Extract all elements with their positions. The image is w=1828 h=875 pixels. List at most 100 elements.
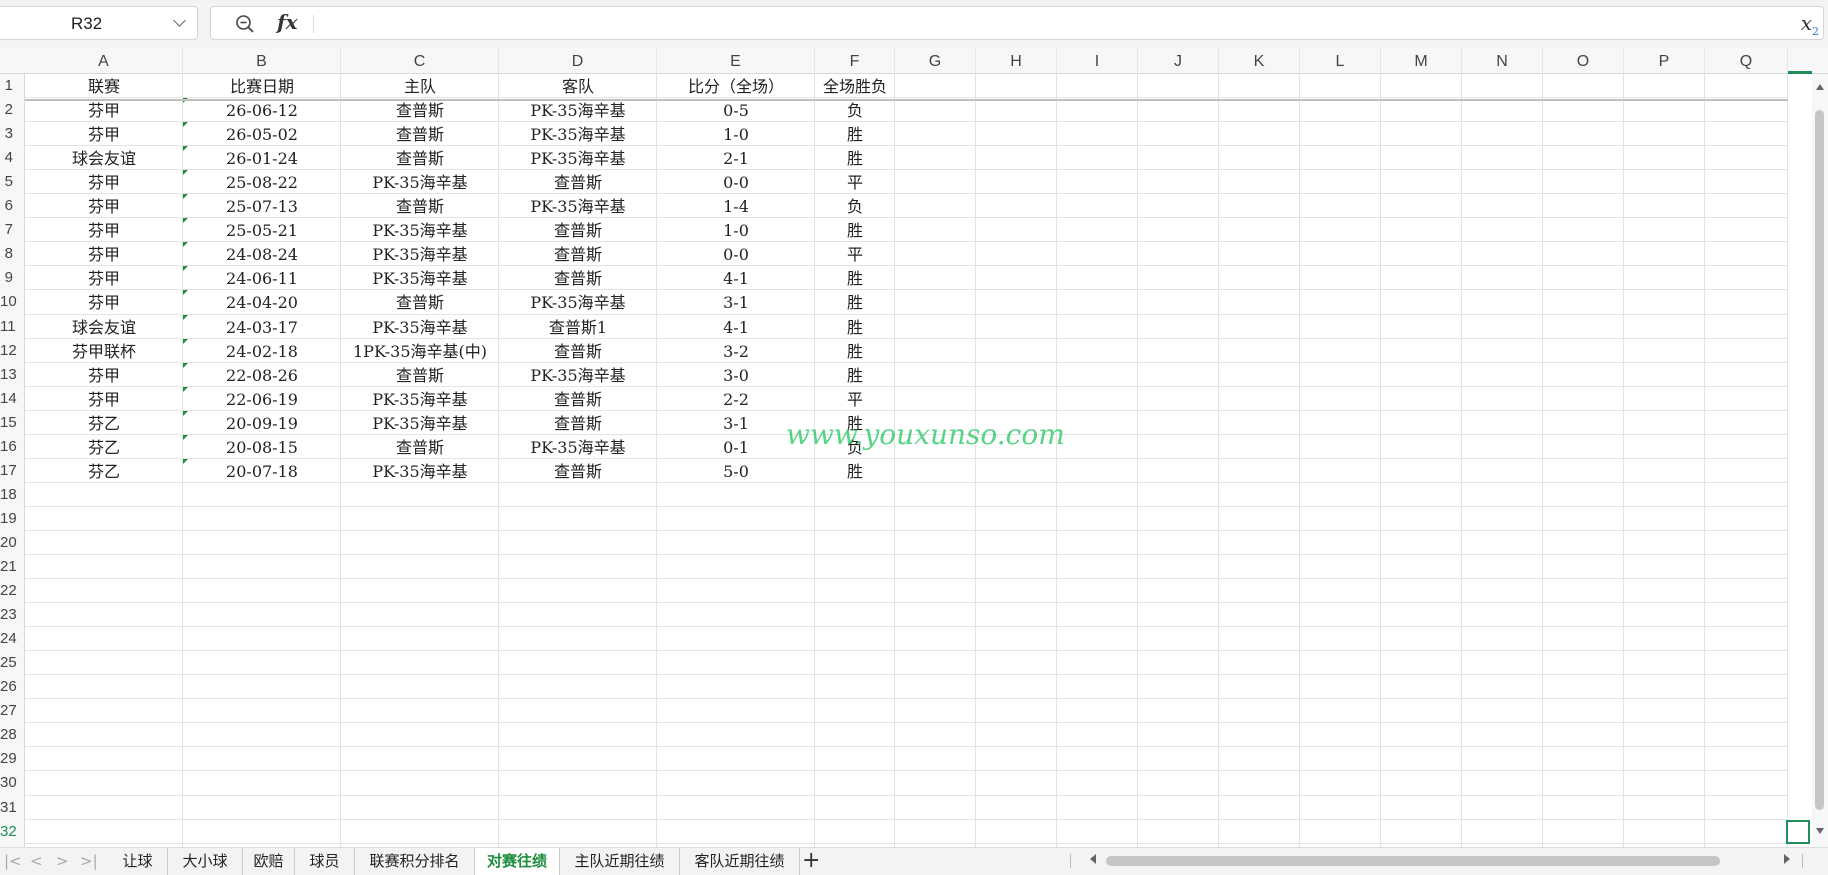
- table-cell[interactable]: 20-09-19: [183, 412, 341, 436]
- column-header-l[interactable]: L: [1300, 48, 1381, 74]
- row-header-32[interactable]: 32: [0, 823, 25, 847]
- table-cell[interactable]: 24-02-18: [183, 340, 341, 364]
- row-header-17[interactable]: 17: [0, 462, 25, 486]
- row-header-16[interactable]: 16: [0, 438, 25, 462]
- formula-builder-icon[interactable]: x2: [1801, 11, 1819, 38]
- column-header-m[interactable]: M: [1381, 48, 1462, 74]
- table-cell[interactable]: 芬甲: [25, 171, 183, 195]
- column-header-q[interactable]: Q: [1705, 48, 1788, 74]
- row-header-18[interactable]: 18: [0, 486, 25, 510]
- table-cell[interactable]: 芬乙: [25, 436, 183, 460]
- table-cell[interactable]: 芬甲: [25, 267, 183, 291]
- row-header-3[interactable]: 3: [0, 125, 25, 149]
- table-cell[interactable]: 芬甲: [25, 123, 183, 147]
- table-cell[interactable]: 查普斯: [499, 388, 657, 412]
- row-header-26[interactable]: 26: [0, 678, 25, 702]
- column-header-c[interactable]: C: [341, 48, 499, 74]
- row-header-29[interactable]: 29: [0, 750, 25, 774]
- table-cell[interactable]: 查普斯: [499, 171, 657, 195]
- row-header-28[interactable]: 28: [0, 726, 25, 750]
- column-header-a[interactable]: A: [25, 48, 183, 74]
- row-header-30[interactable]: 30: [0, 774, 25, 798]
- table-cell[interactable]: PK-35海辛基: [499, 99, 657, 123]
- table-cell[interactable]: 3-1: [657, 291, 815, 315]
- column-header-f[interactable]: F: [815, 48, 895, 74]
- table-header-cell[interactable]: 全场胜负: [815, 75, 895, 99]
- table-cell[interactable]: 查普斯: [341, 147, 499, 171]
- sheet-tab[interactable]: 欧赔: [243, 848, 295, 875]
- scroll-left-icon[interactable]: [1090, 854, 1096, 864]
- column-header-o[interactable]: O: [1543, 48, 1624, 74]
- table-cell[interactable]: 芬甲: [25, 388, 183, 412]
- table-cell[interactable]: 0-5: [657, 99, 815, 123]
- table-cell[interactable]: 24-06-11: [183, 267, 341, 291]
- table-cell[interactable]: 查普斯: [341, 99, 499, 123]
- table-cell[interactable]: 芬甲: [25, 195, 183, 219]
- vertical-scroll-thumb[interactable]: [1815, 110, 1824, 810]
- table-cell[interactable]: 25-05-21: [183, 219, 341, 243]
- row-header-9[interactable]: 9: [0, 269, 25, 293]
- column-header-g[interactable]: G: [895, 48, 976, 74]
- function-icon[interactable]: fx: [277, 10, 298, 34]
- table-cell[interactable]: 胜: [815, 147, 895, 171]
- table-cell[interactable]: PK-35海辛基: [341, 267, 499, 291]
- table-cell[interactable]: 22-06-19: [183, 388, 341, 412]
- table-header-cell[interactable]: 比赛日期: [183, 75, 341, 99]
- table-cell[interactable]: 1PK-35海辛基(中): [341, 340, 499, 364]
- table-cell[interactable]: 芬甲联杯: [25, 340, 183, 364]
- table-cell[interactable]: 胜: [815, 340, 895, 364]
- cell-grid[interactable]: 联赛 比赛日期 主队 客队 比分（全场） 全场胜负 芬甲 26-06-12 查普斯 PK-35海辛…: [25, 74, 1788, 847]
- row-header-14[interactable]: 14: [0, 390, 25, 414]
- row-header-5[interactable]: 5: [0, 173, 25, 197]
- table-cell[interactable]: 胜: [815, 291, 895, 315]
- table-cell[interactable]: 2-1: [657, 147, 815, 171]
- row-header-13[interactable]: 13: [0, 366, 25, 390]
- column-header-p[interactable]: P: [1624, 48, 1705, 74]
- table-cell[interactable]: PK-35海辛基: [341, 412, 499, 436]
- table-cell[interactable]: 芬乙: [25, 412, 183, 436]
- table-cell[interactable]: PK-35海辛基: [341, 171, 499, 195]
- table-cell[interactable]: 查普斯: [341, 436, 499, 460]
- table-cell[interactable]: 胜: [815, 316, 895, 340]
- table-cell[interactable]: 平: [815, 171, 895, 195]
- row-header-25[interactable]: 25: [0, 654, 25, 678]
- table-cell[interactable]: 芬甲: [25, 291, 183, 315]
- scroll-down-icon[interactable]: [1816, 828, 1824, 834]
- table-cell[interactable]: PK-35海辛基: [341, 316, 499, 340]
- table-cell[interactable]: 胜: [815, 364, 895, 388]
- add-sheet-icon[interactable]: +: [802, 850, 820, 872]
- column-header-e[interactable]: E: [657, 48, 815, 74]
- row-header-24[interactable]: 24: [0, 630, 25, 654]
- row-header-7[interactable]: 7: [0, 221, 25, 245]
- table-cell[interactable]: 24-08-24: [183, 243, 341, 267]
- sheet-tab[interactable]: 联赛积分排名: [355, 848, 475, 875]
- first-sheet-icon[interactable]: |<: [4, 852, 22, 870]
- column-header-j[interactable]: J: [1138, 48, 1219, 74]
- table-header-cell[interactable]: 主队: [341, 75, 499, 99]
- table-cell[interactable]: 芬甲: [25, 243, 183, 267]
- column-header-i[interactable]: I: [1057, 48, 1138, 74]
- prev-sheet-icon[interactable]: <: [30, 852, 43, 870]
- next-sheet-icon[interactable]: >: [56, 852, 69, 870]
- column-header-d[interactable]: D: [499, 48, 657, 74]
- table-cell[interactable]: 查普斯: [499, 412, 657, 436]
- table-cell[interactable]: 查普斯: [499, 267, 657, 291]
- last-sheet-icon[interactable]: >|: [80, 852, 98, 870]
- table-cell[interactable]: 0-0: [657, 171, 815, 195]
- table-cell[interactable]: 球会友谊: [25, 316, 183, 340]
- table-cell[interactable]: 查普斯: [499, 243, 657, 267]
- sheet-tab[interactable]: 客队近期往绩: [680, 848, 800, 875]
- row-header-4[interactable]: 4: [0, 149, 25, 173]
- scroll-up-icon[interactable]: [1816, 84, 1824, 90]
- table-cell[interactable]: 3-2: [657, 340, 815, 364]
- table-header-cell[interactable]: 客队: [499, 75, 657, 99]
- table-cell[interactable]: 负: [815, 99, 895, 123]
- column-header-h[interactable]: H: [976, 48, 1057, 74]
- table-cell[interactable]: 5-0: [657, 460, 815, 484]
- table-cell[interactable]: 胜: [815, 123, 895, 147]
- row-header-21[interactable]: 21: [0, 558, 25, 582]
- table-cell[interactable]: 26-05-02: [183, 123, 341, 147]
- table-cell[interactable]: PK-35海辛基: [341, 219, 499, 243]
- table-cell[interactable]: 芬甲: [25, 364, 183, 388]
- table-cell[interactable]: 查普斯: [341, 195, 499, 219]
